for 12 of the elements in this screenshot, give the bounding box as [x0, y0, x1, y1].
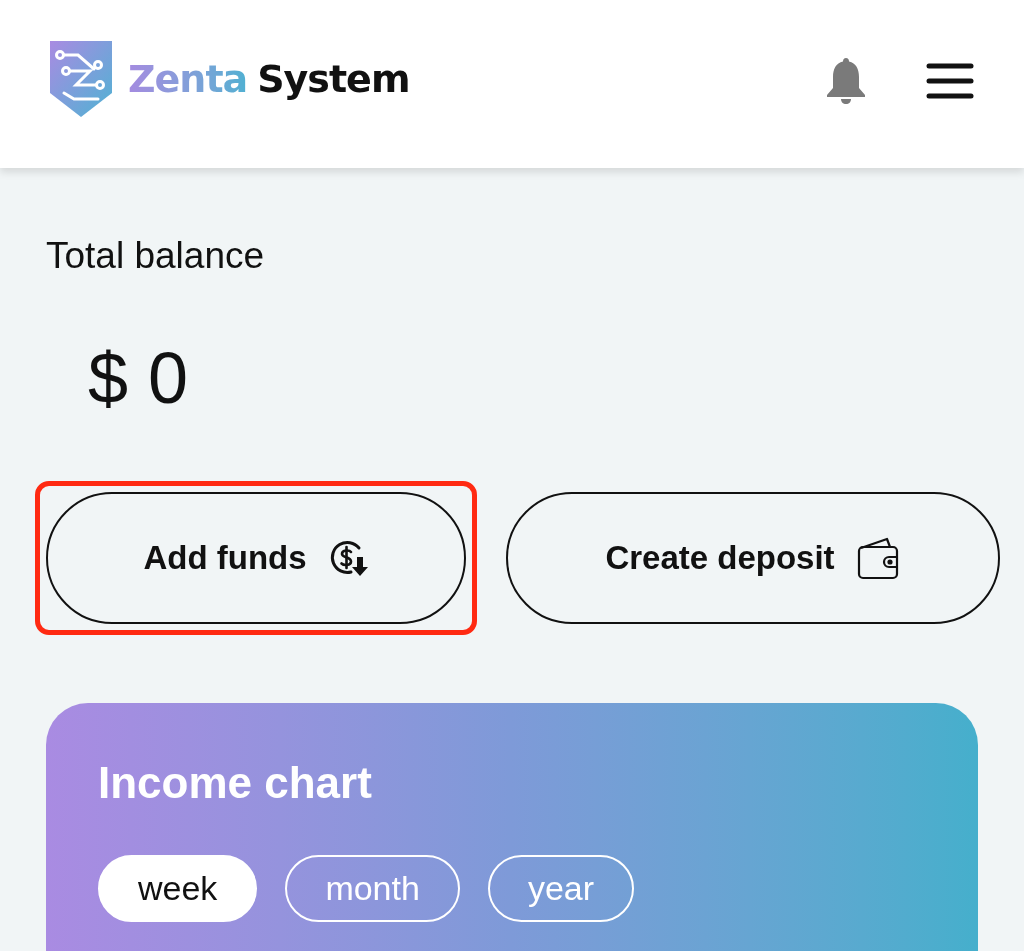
brand-name: System	[257, 55, 410, 103]
balance-amount: $ 0	[88, 338, 189, 418]
card-title: Income chart	[98, 757, 372, 809]
menu-icon[interactable]	[926, 63, 974, 99]
shield-logo-icon	[50, 41, 112, 117]
dollar-down-arrow-icon	[328, 538, 369, 578]
wallet-icon	[856, 536, 901, 580]
period-tab[interactable]: week	[98, 855, 258, 922]
balance-label: Total balance	[46, 234, 265, 278]
bell-icon[interactable]	[826, 58, 866, 104]
action-button[interactable]: Create deposit	[506, 492, 1000, 624]
action-button[interactable]: Add funds	[46, 492, 466, 624]
